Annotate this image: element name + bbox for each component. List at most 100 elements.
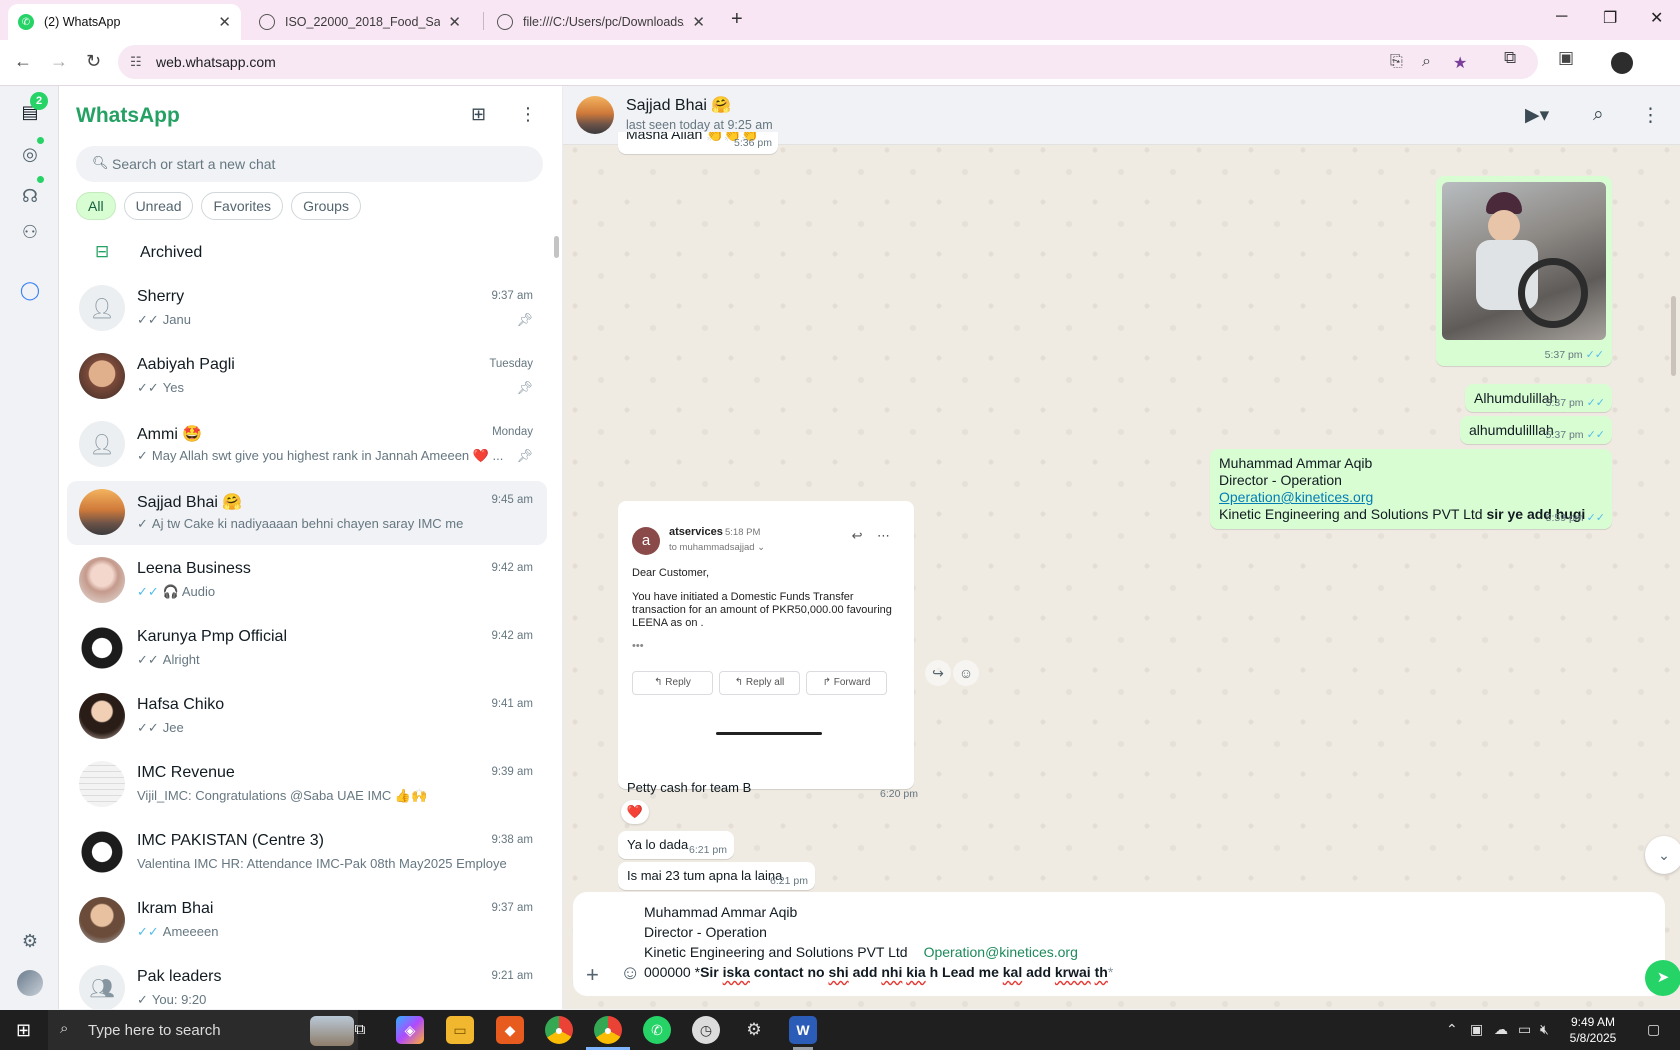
message-ya-lo-dada[interactable]: Ya lo dada 6:21 pm <box>618 831 734 859</box>
archived-row[interactable]: ⊟ Archived <box>59 231 562 275</box>
new-chat-icon[interactable]: ⊞ <box>471 104 486 125</box>
tab-iso-document[interactable]: ISO_22000_2018_Food_Safety_ ✕ <box>249 4 471 40</box>
close-tab-icon[interactable]: ✕ <box>692 13 705 31</box>
message-is-mai-23[interactable]: Is mai 23 tum apna la laina 6:21 pm <box>618 862 815 890</box>
chat-list-scrollbar[interactable] <box>554 236 559 258</box>
chat-avatar[interactable]: 👥︎ <box>79 965 125 1009</box>
forward-button[interactable]: → <box>50 51 68 72</box>
chat-avatar[interactable] <box>79 897 125 943</box>
filter-all[interactable]: All <box>76 192 116 220</box>
chat-avatar[interactable]: 👤︎ <box>79 421 125 467</box>
chat-avatar[interactable] <box>79 557 125 603</box>
bookmark-star-icon[interactable]: ★ <box>1453 53 1467 73</box>
file-explorer-icon[interactable]: ▭ <box>446 1016 474 1044</box>
search-in-chat-icon[interactable]: ⌕ <box>1593 104 1604 126</box>
app-orange-icon[interactable]: ◆ <box>496 1016 524 1044</box>
status-icon[interactable]: ◎ <box>18 142 42 166</box>
message-composer[interactable]: + ☺ Muhammad Ammar Aqib Director - Opera… <box>573 892 1665 996</box>
chat-avatar[interactable] <box>79 829 125 875</box>
chat-item[interactable]: 👥︎ Pak leaders 9:21 am ✓ You: 9:20 <box>67 957 547 1009</box>
chat-avatar[interactable] <box>79 625 125 671</box>
contact-name[interactable]: Sajjad Bhai 🤗 <box>626 95 731 115</box>
message-signature[interactable]: Muhammad Ammar Aqib Director - Operation… <box>1210 449 1612 529</box>
react-emoji-icon[interactable]: ☺ <box>953 660 979 686</box>
extensions-icon[interactable]: ⧉ <box>1504 48 1516 68</box>
chat-item[interactable]: 👤︎ Sherry 9:37 am ✓✓ Janu 📌︎ <box>67 277 547 341</box>
reload-button[interactable]: ↻ <box>86 51 101 72</box>
chat-avatar[interactable] <box>79 693 125 739</box>
settings-gear-taskbar-icon[interactable]: ⚙ <box>740 1016 768 1044</box>
menu-kebab-icon[interactable]: ⋮ <box>519 104 537 125</box>
network-icon[interactable]: ▭ <box>1518 1021 1531 1038</box>
copilot-icon[interactable]: ◈ <box>396 1016 424 1044</box>
chrome-active-icon[interactable]: ● <box>594 1016 622 1044</box>
chat-menu-icon[interactable]: ⋮ <box>1641 104 1660 127</box>
chat-item[interactable]: Hafsa Chiko 9:41 am ✓✓ Jee <box>67 685 547 749</box>
video-call-icon[interactable]: ▶︎▾ <box>1525 104 1549 127</box>
chrome-icon[interactable]: ● <box>545 1016 573 1044</box>
chat-avatar[interactable]: 👤︎ <box>79 285 125 331</box>
filter-unread[interactable]: Unread <box>123 192 194 220</box>
chat-avatar[interactable] <box>79 353 125 399</box>
clock-app-icon[interactable]: ◷ <box>692 1016 720 1044</box>
minimize-button[interactable]: ─ <box>1556 8 1567 26</box>
onedrive-icon[interactable]: ☁ <box>1494 1021 1508 1038</box>
whatsapp-taskbar-icon[interactable]: ✆ <box>643 1016 671 1044</box>
profile-avatar[interactable] <box>1611 52 1633 74</box>
install-app-icon[interactable]: ⎘ <box>1390 53 1403 71</box>
send-button[interactable]: ➤ <box>1645 960 1680 996</box>
zoom-icon[interactable]: ⌕ <box>1422 53 1431 71</box>
composer-draft-text[interactable]: Muhammad Ammar Aqib Director - Operation… <box>644 902 1113 982</box>
chat-item[interactable]: Karunya Pmp Official 9:42 am ✓✓ Alright <box>67 617 547 681</box>
tab-whatsapp[interactable]: ✆ (2) WhatsApp ✕ <box>8 4 241 40</box>
attach-plus-icon[interactable]: + <box>586 962 599 988</box>
my-profile-avatar[interactable] <box>17 970 43 996</box>
chat-item[interactable]: IMC Revenue 9:39 am Vijil_IMC: Congratulat… <box>67 753 547 817</box>
task-view-icon[interactable]: ⧉ <box>346 1016 374 1044</box>
message-alhumdulilllah[interactable]: alhumdulilllah 5:37 pm ✓✓ <box>1460 416 1612 444</box>
word-icon[interactable]: W <box>789 1016 817 1044</box>
contact-avatar[interactable] <box>576 96 614 134</box>
close-window-button[interactable]: ✕ <box>1650 8 1663 28</box>
search-box[interactable]: 🔍︎ <box>76 146 543 182</box>
site-info-icon[interactable]: ☷ <box>130 54 142 70</box>
chat-item[interactable]: 👤︎ Ammi 🤩 Monday ✓ May Allah swt give you hi… <box>67 413 547 477</box>
chat-item[interactable]: Ikram Bhai 9:37 am ✓✓ Ameeeen <box>67 889 547 953</box>
volume-muted-icon[interactable]: 🔇︎ <box>1540 1021 1549 1038</box>
chat-avatar[interactable] <box>79 761 125 807</box>
filter-groups[interactable]: Groups <box>291 192 361 220</box>
tab-local-file[interactable]: file:///C:/Users/pc/Downloads/I ✕ <box>487 4 715 40</box>
side-panel-icon[interactable]: ▣ <box>1558 48 1574 68</box>
close-tab-icon[interactable]: ✕ <box>448 13 461 31</box>
chat-item[interactable]: Leena Business 9:42 am ✓✓ 🎧 Audio <box>67 549 547 613</box>
back-button[interactable]: ← <box>14 51 32 72</box>
taskbar-search-box[interactable]: ⌕ Type here to search <box>48 1010 358 1050</box>
search-input[interactable] <box>112 146 532 182</box>
tray-chevron-icon[interactable]: ⌃ <box>1446 1021 1458 1038</box>
emoji-sticker-icon[interactable]: ☺ <box>620 962 640 985</box>
forward-message-icon[interactable]: ↪ <box>925 660 951 686</box>
taskbar-clock[interactable]: 9:49 AM 5/8/2025 <box>1562 1014 1624 1046</box>
filter-favorites[interactable]: Favorites <box>201 192 284 220</box>
windows-start-icon[interactable]: ⊞ <box>16 1020 31 1041</box>
scroll-to-bottom-button[interactable]: ⌄ <box>1645 836 1680 874</box>
settings-icon[interactable]: ⚙ <box>18 929 42 953</box>
chat-avatar[interactable] <box>79 489 125 535</box>
chat-item[interactable]: Aabiyah Pagli Tuesday ✓✓ Yes 📌︎ <box>67 345 547 409</box>
shared-photo[interactable] <box>1442 182 1606 340</box>
omnibox[interactable]: ☷ web.whatsapp.com ⎘ ⌕ ★ <box>118 45 1538 79</box>
message-alhumdulillah[interactable]: Alhumdulillah 5:37 pm ✓✓ <box>1465 384 1612 412</box>
chat-item[interactable]: IMC PAKISTAN (Centre 3) 9:38 am Valentina … <box>67 821 547 885</box>
close-tab-icon[interactable]: ✕ <box>218 13 231 31</box>
communities-icon[interactable]: ⚇ <box>18 220 42 244</box>
meta-ai-icon[interactable]: ◯ <box>18 278 42 302</box>
chat-item[interactable]: Sajjad Bhai 🤗 9:45 am ✓ Aj tw Cake ki nadiy… <box>67 481 547 545</box>
message-photo[interactable]: 5:37 pm ✓✓ <box>1436 176 1612 366</box>
url-text[interactable]: web.whatsapp.com <box>156 54 276 70</box>
meet-now-icon[interactable]: ▣ <box>1470 1021 1483 1038</box>
signature-email-link[interactable]: Operation@kinetices.org <box>1219 489 1585 506</box>
maximize-button[interactable]: ❐ <box>1603 8 1617 28</box>
notifications-icon[interactable]: ▢ <box>1647 1021 1660 1038</box>
taskbar-search-text[interactable]: Type here to search <box>88 1022 221 1039</box>
channels-icon[interactable]: ☊ <box>18 184 42 208</box>
